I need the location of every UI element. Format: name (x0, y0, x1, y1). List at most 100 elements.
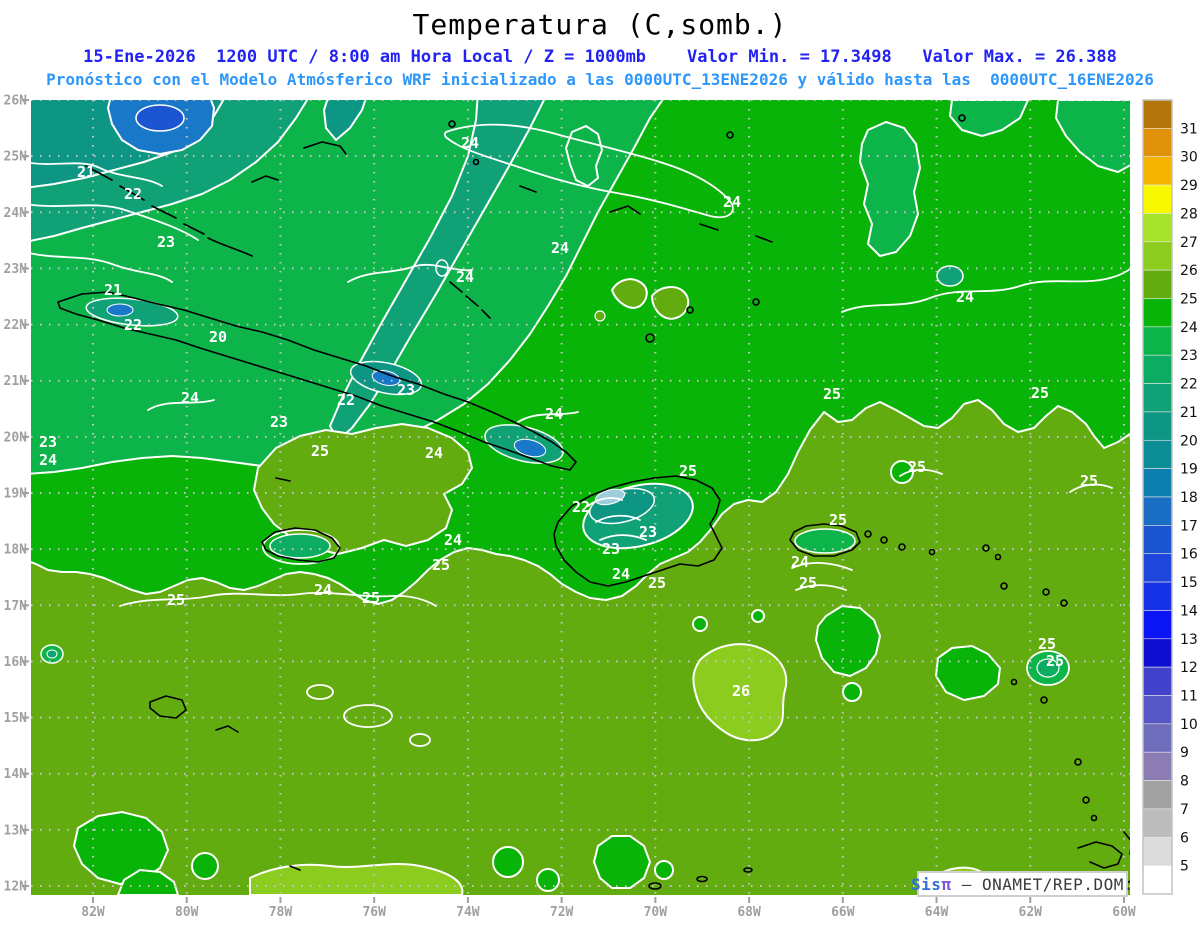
colorbar-tick-label: 15 (1180, 575, 1198, 591)
contour-label: 25 (311, 442, 329, 460)
colorbar-segment (1142, 383, 1173, 413)
contour-label: 24 (181, 389, 199, 407)
contour-label: 24 (545, 405, 563, 423)
colorbar-tick-label: 14 (1180, 603, 1198, 619)
lat-label: 22N (4, 318, 28, 333)
lat-label: 13N (4, 823, 28, 838)
colorbar-segment (1142, 439, 1173, 469)
colorbar-tick-label: 7 (1180, 802, 1189, 818)
contour-label: 25 (648, 574, 666, 592)
contour-label: 21 (77, 163, 95, 181)
contour-label: 25 (829, 511, 847, 529)
colorbar-tick-label: 17 (1180, 518, 1198, 534)
contour-label: 25 (362, 589, 380, 607)
colorbar-tick-label: 10 (1180, 717, 1198, 733)
contour-label: 24 (461, 134, 479, 152)
colorbar-tick-label: 5 (1180, 859, 1189, 875)
lon-label: 72W (550, 905, 574, 920)
colorbar-tick-label: 30 (1180, 150, 1198, 166)
contour-label: 25 (799, 574, 817, 592)
contour-label: 22 (337, 391, 355, 409)
contour-label: 25 (1080, 472, 1098, 490)
contour-label: 21 (104, 281, 122, 299)
colorbar-segment (1142, 213, 1173, 243)
contour-label: 22 (124, 316, 142, 334)
contour-label: 25 (823, 385, 841, 403)
colorbar-tick-label: 25 (1180, 292, 1198, 308)
watermark-badge: Sis π – ONAMET/REP.DOM. (911, 871, 1133, 897)
colorbar-tick-label: 18 (1180, 490, 1198, 506)
colorbar-segment (1142, 128, 1173, 158)
contour-label: 22 (124, 185, 142, 203)
lat-label: 25N (4, 150, 28, 165)
colorbar-tick-label: 12 (1180, 660, 1198, 676)
lon-label: 80W (175, 905, 199, 920)
onamet-credit: – ONAMET/REP.DOM. (951, 874, 1134, 894)
contour-label: 25 (1038, 635, 1056, 653)
lat-label: 26N (4, 94, 28, 109)
lon-label: 78W (269, 905, 293, 920)
colorbar-segment (1142, 638, 1173, 668)
colorbar-tick-label: 21 (1180, 405, 1198, 421)
colorbar-segment (1142, 468, 1173, 498)
colorbar-tick-label: 19 (1180, 462, 1198, 478)
colorbar-segment (1142, 298, 1173, 328)
colorbar-tick-label: 29 (1180, 178, 1198, 194)
colorbar-tick-label: 24 (1180, 320, 1198, 336)
contour-label: 24 (425, 444, 443, 462)
lon-label: 74W (456, 905, 480, 920)
colorbar-tick-label: 11 (1180, 689, 1198, 705)
lat-label: 19N (4, 487, 28, 502)
colorbar-segment (1142, 723, 1173, 753)
colorbar-tick-label: 26 (1180, 263, 1198, 279)
lon-label: 62W (1019, 905, 1043, 920)
colorbar-tick-label: 16 (1180, 547, 1198, 563)
lon-label: 70W (644, 905, 668, 920)
contour-label: 24 (456, 268, 474, 286)
contour-label: 24 (551, 239, 569, 257)
contour-label: 25 (432, 556, 450, 574)
lon-label: 76W (362, 905, 386, 920)
colorbar-segment (1142, 581, 1173, 611)
colorbar-segment (1142, 865, 1173, 895)
lat-label: 20N (4, 430, 28, 445)
colorbar-segment (1142, 496, 1173, 526)
colorbar-segment (1142, 808, 1173, 838)
temperature-colorbar: 31 30 29 28 27 26 25 24 23 22 21 20 19 18 17 16 15 14 13 12… (1142, 99, 1198, 895)
contour-label: 24 (723, 193, 741, 211)
contour-label: 23 (270, 413, 288, 431)
contour-label: 25 (1031, 384, 1049, 402)
contour-label: 25 (167, 591, 185, 609)
lat-label: 14N (4, 767, 28, 782)
colorbar-tick-label: 20 (1180, 433, 1198, 449)
lat-label: 24N (4, 206, 28, 221)
colorbar-segment (1142, 780, 1173, 810)
colorbar-segment (1142, 184, 1173, 214)
colorbar-tick-label: 13 (1180, 632, 1198, 648)
map-filled-contours: 2122232120222223232424242423242425 242422… (31, 100, 1130, 895)
lon-label: 68W (737, 905, 761, 920)
lon-label: 82W (81, 905, 105, 920)
contour-label: 24 (791, 553, 809, 571)
colorbar-tick-label: 22 (1180, 377, 1198, 393)
colorbar-segment (1142, 326, 1173, 356)
contour-label: 23 (639, 523, 657, 541)
colorbar-segment (1142, 695, 1173, 725)
colorbar-tick-label: 9 (1180, 745, 1189, 761)
lat-label: 23N (4, 262, 28, 277)
colorbar-segment (1142, 269, 1173, 299)
lat-label: 17N (4, 599, 28, 614)
contour-label: 24 (314, 581, 332, 599)
colorbar-segment (1142, 354, 1173, 384)
colorbar-segment (1142, 241, 1173, 271)
lon-label: 64W (925, 905, 949, 920)
pi-symbol: π (941, 874, 952, 894)
colorbar-segment (1142, 553, 1173, 583)
weather-map-page: Temperatura (C,somb.) 15-Ene-2026 1200 U… (0, 0, 1200, 927)
colorbar-segment (1142, 156, 1173, 186)
temperature-map-canvas: 2122232120222223232424242423242425 242422… (4, 94, 1198, 921)
contour-label: 23 (157, 233, 175, 251)
contour-label: 22 (572, 498, 590, 516)
colorbar-tick-label: 31 (1180, 121, 1198, 137)
colorbar-segment (1142, 525, 1173, 555)
